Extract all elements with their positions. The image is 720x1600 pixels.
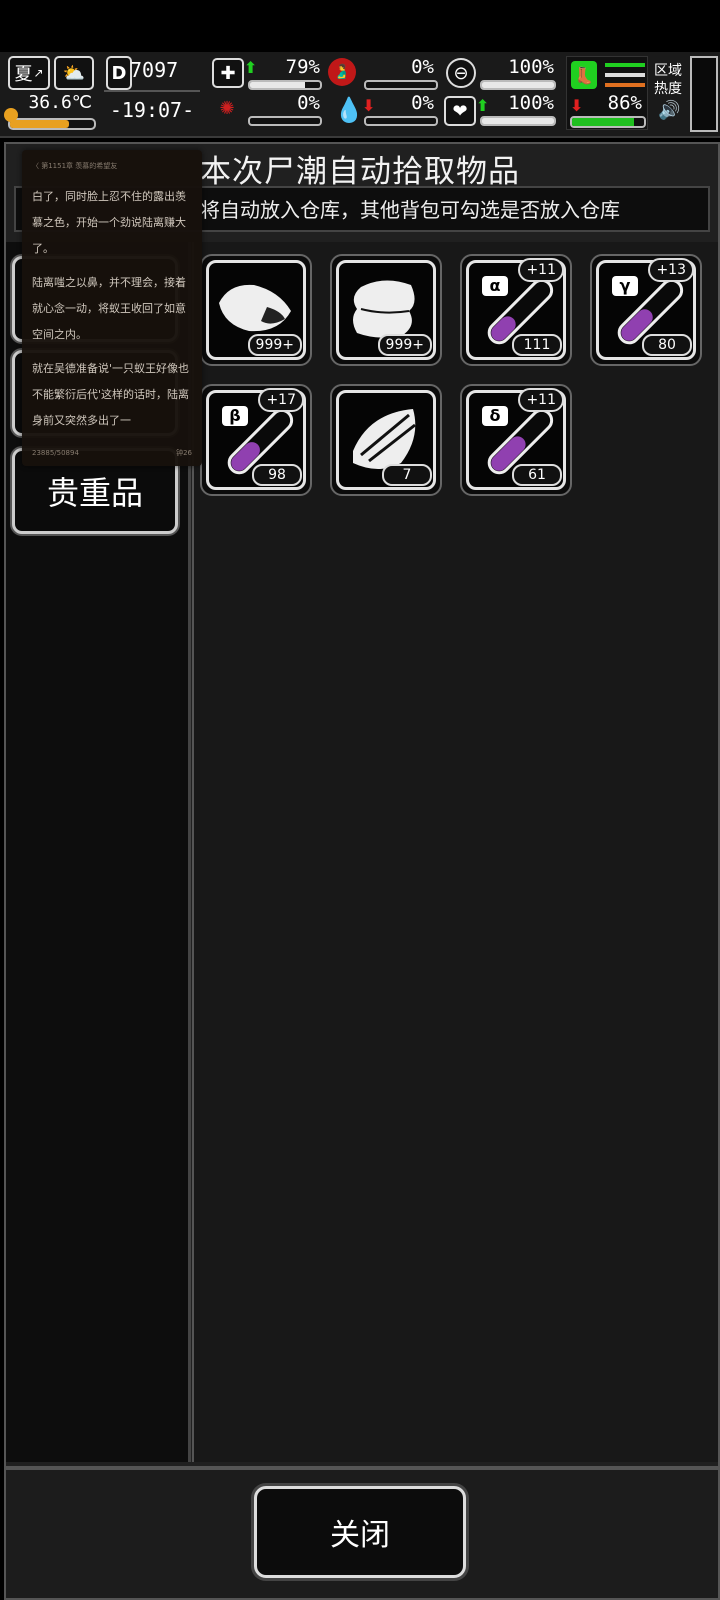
potion-type-label: δ — [482, 406, 508, 426]
heart-icon[interactable]: ❤ — [444, 96, 476, 126]
clock-time: -19:07- — [109, 98, 195, 122]
divider — [104, 90, 200, 92]
reader-clock: 钟26 — [176, 449, 192, 457]
stamina-line-green — [605, 63, 645, 67]
infection-pct: 0% — [297, 92, 320, 114]
floating-reader-window[interactable]: 〈 第1151章 羡慕的希望友 白了，同时脸上忍不住的露出羡慕之色，开始一个劲说… — [22, 150, 202, 466]
item-count: 98 — [252, 464, 302, 486]
weather-cloud-sun-icon[interactable]: ⛅ — [54, 56, 94, 90]
item-bonus: +11 — [518, 258, 564, 282]
stamina-line-white — [605, 73, 645, 77]
zone-label-2: 热度 — [654, 81, 682, 97]
stamina-pct: 86% — [607, 92, 642, 114]
item-count: 7 — [382, 464, 432, 486]
heart-bar — [480, 116, 556, 126]
status-bar — [0, 0, 720, 52]
item-count: 111 — [512, 334, 562, 356]
tab-valuables-label: 贵重品 — [46, 474, 143, 512]
season-label: 夏 — [14, 64, 33, 85]
potion-type-label: α — [482, 276, 508, 296]
item-count: 80 — [642, 334, 692, 356]
blood-bar — [364, 116, 438, 126]
potion-type-label: γ — [612, 276, 638, 296]
item-bonus: +11 — [518, 388, 564, 412]
pill-pct: 100% — [508, 56, 554, 78]
reader-paragraph: 白了，同时脸上忍不住的露出羡慕之色，开始一个劲说陆离赚大了。 — [32, 190, 186, 255]
zone-label-1: 区域 — [654, 63, 682, 79]
medkit-icon[interactable]: ✚ — [212, 58, 244, 88]
reader-paragraph: 陆离嗤之以鼻，并不理会，接着就心念一动，将蚁王收回了如意空间之内。 — [32, 276, 186, 341]
item-count: 999+ — [377, 334, 432, 356]
speaker-icon[interactable]: 🔊 — [658, 100, 680, 121]
hud-bar: 夏 ↗ ⛅ 36.6℃ D 7097 -19:07- ✚ ⬆ 79% 🫃 0% … — [0, 52, 720, 138]
blood-pct: 0% — [411, 92, 434, 114]
day-icon: D — [106, 56, 132, 90]
item-count: 61 — [512, 464, 562, 486]
item-gamma-potion[interactable]: γ +13 80 — [590, 254, 702, 366]
pill-bar — [480, 80, 556, 90]
item-bonus: +13 — [648, 258, 694, 282]
item-beta-potion[interactable]: β +17 98 — [200, 384, 312, 496]
item-count: 999+ — [247, 334, 302, 356]
day-counter: 7097 — [130, 58, 179, 82]
season-box[interactable]: 夏 ↗ — [8, 56, 50, 90]
reader-progress: 23885/50894 — [32, 449, 79, 457]
dialog-subtitle: 将自动放入仓库，其他背包可勾选是否放入仓库 — [200, 198, 620, 222]
pill-icon[interactable]: ⊖ — [446, 58, 476, 88]
boot-icon: 👢 — [571, 61, 597, 89]
thermometer-icon — [4, 108, 18, 122]
item-alpha-potion[interactable]: α +11 111 — [460, 254, 572, 366]
infection-bar — [248, 116, 322, 126]
potion-type-label: β — [222, 406, 248, 426]
blood-drop-icon[interactable]: 💧 — [334, 96, 364, 124]
arrow-up-right-icon: ↗ — [33, 66, 44, 80]
arrow-up-icon: ⬆ — [244, 58, 258, 77]
close-button[interactable]: 关闭 — [254, 1486, 466, 1578]
zone-heat-label: 区域 热度 — [654, 62, 682, 98]
zone-heat-meter — [690, 56, 718, 132]
stamina-line-orange — [605, 83, 645, 87]
temperature-bar — [8, 118, 96, 130]
item-planks[interactable]: 7 — [330, 384, 442, 496]
reader-paragraph: 就在吴德准备说'一只蚁王好像也不能繁衍后代'这样的话时，陆离身前又突然多出了一 — [32, 362, 190, 427]
stamina-bar — [570, 116, 646, 128]
item-cloth[interactable]: 999+ — [330, 254, 442, 366]
close-button-label: 关闭 — [330, 1518, 390, 1553]
virus-icon[interactable]: ✺ — [212, 98, 242, 122]
heart-pct: 100% — [508, 92, 554, 114]
health-bar — [248, 80, 322, 90]
item-delta-potion[interactable]: δ +11 61 — [460, 384, 572, 496]
dialog-title: 本次尸潮自动拾取物品 — [200, 154, 520, 190]
stomach-icon[interactable]: 🫃 — [328, 58, 356, 86]
temperature-label: 36.6℃ — [28, 92, 92, 113]
stomach-pct: 0% — [411, 56, 434, 78]
stomach-bar — [364, 80, 438, 90]
item-bonus: +17 — [258, 388, 304, 412]
item-meat[interactable]: 999+ — [200, 254, 312, 366]
health-pct: 79% — [285, 56, 320, 78]
reader-header: 〈 第1151章 羡慕的希望友 — [32, 162, 118, 170]
